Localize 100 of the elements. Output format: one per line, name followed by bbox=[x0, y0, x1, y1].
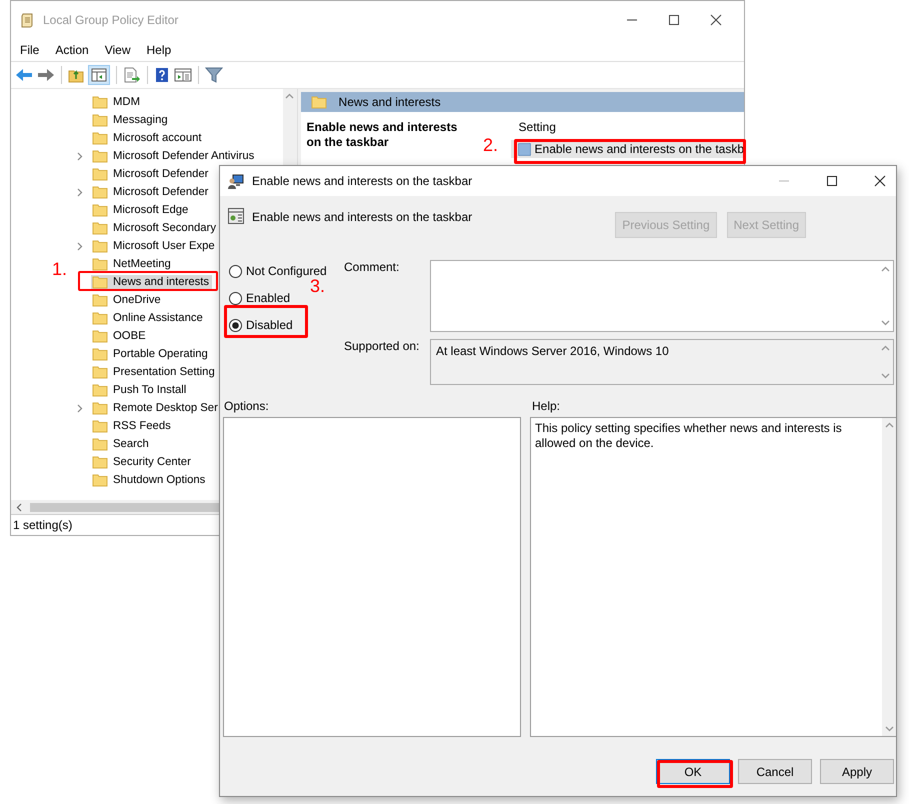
chevron-right-icon[interactable] bbox=[77, 404, 83, 412]
setting-icon bbox=[518, 142, 531, 156]
close-icon[interactable] bbox=[710, 14, 722, 26]
cancel-button[interactable]: Cancel bbox=[738, 759, 812, 784]
chevron-right-icon[interactable] bbox=[77, 152, 83, 160]
help-text: This policy setting specifies whether news and interests is allowed on the device. bbox=[534, 420, 843, 452]
folder-icon bbox=[92, 149, 108, 163]
folder-icon bbox=[92, 113, 108, 127]
maximize-icon[interactable] bbox=[826, 175, 838, 187]
tree-item[interactable]: Push To Install bbox=[91, 383, 190, 397]
tree-item[interactable]: OOBE bbox=[91, 329, 149, 343]
tree-item[interactable]: NetMeeting bbox=[91, 257, 174, 271]
tree-item[interactable]: Microsoft Edge bbox=[91, 203, 192, 217]
tree-item[interactable]: Microsoft User Expe bbox=[91, 239, 218, 253]
folder-icon bbox=[310, 95, 327, 109]
folder-icon bbox=[92, 347, 108, 361]
menu-item[interactable]: File bbox=[12, 43, 48, 57]
tree-item[interactable]: Security Center bbox=[91, 455, 194, 469]
folder-icon bbox=[92, 401, 108, 415]
folder-icon bbox=[92, 203, 108, 217]
tree-item[interactable]: Microsoft Secondary bbox=[91, 221, 219, 235]
back-arrow-icon[interactable] bbox=[15, 67, 33, 83]
comment-field[interactable] bbox=[430, 260, 894, 332]
computer-user-icon bbox=[228, 173, 244, 189]
tree-item[interactable]: Messaging bbox=[91, 113, 171, 127]
tree-item[interactable]: Search bbox=[91, 437, 152, 451]
tree-item[interactable]: Microsoft Defender bbox=[91, 167, 212, 181]
annotation-number: 2. bbox=[483, 135, 498, 156]
forward-arrow-icon[interactable] bbox=[37, 67, 55, 83]
tree-item[interactable]: Remote Desktop Ser bbox=[91, 401, 221, 415]
folder-icon bbox=[92, 383, 108, 397]
tree-item[interactable]: Online Assistance bbox=[91, 311, 206, 325]
field-label: Supported on: bbox=[344, 339, 420, 355]
properties-icon[interactable] bbox=[174, 67, 192, 83]
apply-button[interactable]: Apply bbox=[820, 759, 894, 784]
panel-toggle-icon[interactable] bbox=[88, 65, 110, 85]
scroll-down-icon[interactable] bbox=[884, 726, 894, 732]
scroll-up-icon[interactable] bbox=[285, 93, 294, 99]
tree-item[interactable]: RSS Feeds bbox=[91, 419, 174, 433]
tree-item[interactable]: Portable Operating bbox=[91, 347, 211, 361]
folder-icon bbox=[92, 185, 108, 199]
folder-icon bbox=[92, 455, 108, 469]
tree-item[interactable]: Microsoft Defender Antivirus bbox=[91, 149, 258, 163]
radio-button[interactable] bbox=[229, 264, 242, 278]
chevron-right-icon[interactable] bbox=[77, 242, 83, 250]
setting-description: Enable news and interests on the taskbar bbox=[306, 119, 458, 151]
scrollbar[interactable] bbox=[882, 418, 896, 736]
folder-icon bbox=[92, 293, 108, 307]
window-title: Local Group Policy Editor bbox=[43, 13, 178, 27]
folder-icon bbox=[92, 95, 108, 109]
folder-up-icon[interactable] bbox=[68, 67, 84, 83]
supported-field: At least Windows Server 2016, Windows 10 bbox=[430, 339, 894, 385]
folder-icon bbox=[92, 329, 108, 343]
menu-item[interactable]: Action bbox=[47, 43, 97, 57]
tree-item[interactable]: Microsoft account bbox=[91, 131, 205, 145]
dialog-title: Enable news and interests on the taskbar bbox=[252, 174, 472, 188]
folder-icon bbox=[92, 131, 108, 145]
folder-icon bbox=[92, 239, 108, 253]
policy-setting-icon bbox=[228, 208, 244, 224]
folder-icon bbox=[92, 275, 108, 289]
tree-item[interactable]: MDM bbox=[91, 95, 143, 109]
folder-icon bbox=[92, 257, 108, 271]
scroll-up-icon[interactable] bbox=[884, 422, 894, 428]
filter-icon[interactable] bbox=[205, 67, 223, 83]
tree-item[interactable]: OneDrive bbox=[91, 293, 164, 307]
radio-button[interactable] bbox=[229, 318, 242, 332]
maximize-icon[interactable] bbox=[668, 14, 680, 26]
folder-icon bbox=[92, 167, 108, 181]
scroll-up-icon[interactable] bbox=[880, 266, 890, 272]
help-icon[interactable] bbox=[154, 67, 170, 83]
field-label: Comment: bbox=[344, 260, 400, 276]
policy-title: Enable news and interests on the taskbar bbox=[252, 209, 472, 224]
annotation-number: 1. bbox=[52, 259, 68, 280]
tree-item[interactable]: Shutdown Options bbox=[91, 473, 208, 487]
menu-item[interactable]: View bbox=[96, 43, 138, 57]
folder-icon bbox=[92, 473, 108, 487]
scroll-document-icon bbox=[19, 12, 35, 28]
chevron-right-icon[interactable] bbox=[77, 188, 83, 196]
radio-option[interactable]: Not Configured bbox=[229, 263, 327, 279]
scroll-up-icon[interactable] bbox=[880, 345, 890, 351]
tree-item[interactable]: Microsoft Defender bbox=[91, 185, 212, 199]
folder-icon bbox=[92, 221, 108, 235]
folder-icon bbox=[92, 365, 108, 379]
tree-item[interactable]: News and interests bbox=[91, 275, 212, 289]
radio-option[interactable]: Enabled bbox=[229, 290, 290, 306]
column-header[interactable]: Setting bbox=[510, 120, 744, 136]
close-icon[interactable] bbox=[874, 175, 886, 187]
radio-button[interactable] bbox=[229, 292, 242, 304]
scroll-down-icon[interactable] bbox=[880, 373, 890, 379]
menu-item[interactable]: Help bbox=[138, 43, 180, 57]
folder-icon bbox=[92, 437, 108, 451]
folder-icon bbox=[92, 419, 108, 433]
scroll-left-icon[interactable] bbox=[16, 502, 22, 512]
section-label: Help: bbox=[532, 399, 560, 415]
section-label: Options: bbox=[224, 399, 270, 415]
tree-item[interactable]: Presentation Setting bbox=[91, 365, 218, 379]
export-list-icon[interactable] bbox=[123, 67, 141, 83]
radio-option[interactable]: Disabled bbox=[229, 317, 293, 333]
folder-icon bbox=[92, 311, 108, 325]
scroll-down-icon[interactable] bbox=[880, 320, 890, 326]
